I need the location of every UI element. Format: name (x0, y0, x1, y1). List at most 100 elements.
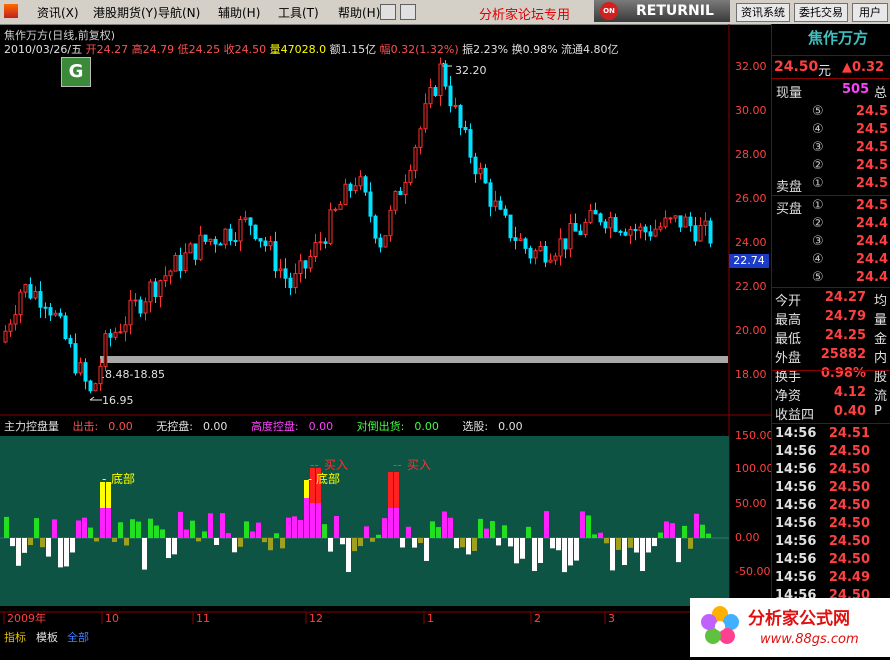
x-tick-label: 2 (534, 612, 541, 625)
indicator-bar (604, 538, 609, 544)
indicator-tick-label: 150.00 (735, 429, 774, 442)
indicator-bar (232, 538, 237, 553)
tick-price: 24.50 (828, 480, 870, 495)
price-tick-label: 26.00 (735, 192, 767, 205)
candle-body (518, 238, 523, 241)
indicator-bar (196, 538, 201, 542)
indicator-name: 主力控盘量 (4, 420, 59, 433)
bottom-dash-2: - (308, 472, 312, 486)
indicator-bar (520, 538, 525, 559)
candle-body (323, 241, 328, 244)
indicator-bar (112, 538, 117, 543)
candle-body (403, 181, 408, 196)
indicator-bar (286, 517, 291, 538)
trade-button[interactable]: 委托交易 (794, 3, 848, 22)
indicator-bar (322, 524, 327, 538)
logo-text: 分析家公式网 (748, 609, 850, 629)
candle-body (303, 260, 308, 269)
candle-body (458, 105, 463, 128)
indicator-bar (556, 538, 561, 551)
candle-body (383, 235, 388, 248)
candle-body (463, 126, 468, 131)
pick-value: 0.00 (498, 420, 523, 433)
candle-body (98, 365, 103, 385)
candle-body (273, 241, 278, 272)
candle-body (608, 217, 613, 229)
candle-body (478, 167, 483, 175)
indicator-bar (58, 538, 63, 568)
indicator-high: 高度控盘: 0.00 (251, 420, 343, 433)
candle-body (33, 291, 38, 299)
indicator-bar (490, 521, 495, 538)
candle-body (363, 176, 368, 193)
buy-level: ② (812, 216, 824, 231)
candle-body (168, 270, 173, 277)
candle-body (623, 231, 628, 236)
indicator-bar (442, 511, 447, 538)
candle-body (73, 343, 78, 374)
indicator-bar (304, 498, 309, 538)
pick-label: 选股: (462, 420, 489, 433)
candle-body (113, 331, 118, 338)
out-value: 0.00 (108, 420, 133, 433)
indicator-bar (652, 538, 657, 547)
candle-body (398, 190, 403, 196)
candle-body (253, 224, 258, 240)
site-logo: 分析家公式网 www.88gs.com (690, 598, 890, 657)
indicator-bar (694, 513, 699, 538)
indicator-bar (676, 538, 681, 563)
dump-value: 0.00 (414, 420, 439, 433)
sell-level: ④ (812, 122, 824, 137)
chart-canvas[interactable]: 18.48-18.85 32.20 16.95 底部 底部 买入 买入 -- -… (0, 0, 771, 657)
price-tick-label: 18.00 (735, 368, 767, 381)
indicator-bar (382, 518, 387, 538)
candle-body (433, 86, 438, 97)
divider (772, 195, 890, 196)
candle-body (668, 217, 673, 220)
candle-body (78, 362, 83, 374)
buy-annotation-1: 买入 (324, 458, 348, 472)
user-button[interactable]: 用户 (852, 3, 888, 22)
candle-body (468, 129, 473, 158)
indicator-bar (142, 538, 147, 570)
tab-template[interactable]: 模板 (36, 629, 58, 645)
stat-tail: 内 (874, 351, 888, 366)
candle-body (173, 254, 178, 272)
none-value: 0.00 (202, 420, 228, 433)
tick-time: 14:56 (775, 462, 817, 477)
indicator-bar (598, 532, 603, 538)
current-price-tag: 22.74 (729, 254, 769, 268)
indicator-bar (418, 538, 423, 543)
tab-all[interactable]: 全部 (67, 629, 89, 645)
indicator-bar (706, 533, 711, 538)
candle-body (513, 237, 518, 241)
indicator-bar (484, 528, 489, 538)
dump-label: 对倒出货: (356, 420, 405, 433)
indicator-bar (616, 538, 621, 550)
indicator-bar (154, 525, 159, 538)
candle-body (643, 226, 648, 233)
candle-body (693, 225, 698, 242)
divider (772, 287, 890, 288)
indicator-bar (532, 538, 537, 571)
candle-body (688, 216, 693, 227)
candle-body (558, 238, 563, 257)
buy-price: 24.4 (855, 252, 888, 267)
price-change: ▲0.32 (842, 60, 885, 75)
indicator-bar (28, 538, 33, 546)
candle-body (503, 208, 508, 216)
candle-body (283, 268, 288, 279)
stat-tail: 均 (874, 294, 888, 309)
candle-body (373, 215, 378, 239)
candle-body (528, 247, 533, 259)
buy-level: ③ (812, 234, 824, 249)
candle-body (133, 299, 138, 302)
candle-body (298, 260, 303, 275)
buy-level: ⑤ (812, 270, 824, 285)
x-tick-label: 2009年 (7, 611, 46, 625)
indicator-bar (454, 538, 459, 549)
indicator-tick-label: 0.00 (735, 531, 760, 544)
candle-body (568, 223, 573, 250)
tab-indicator[interactable]: 指标 (4, 629, 26, 645)
candle-body (258, 238, 263, 242)
